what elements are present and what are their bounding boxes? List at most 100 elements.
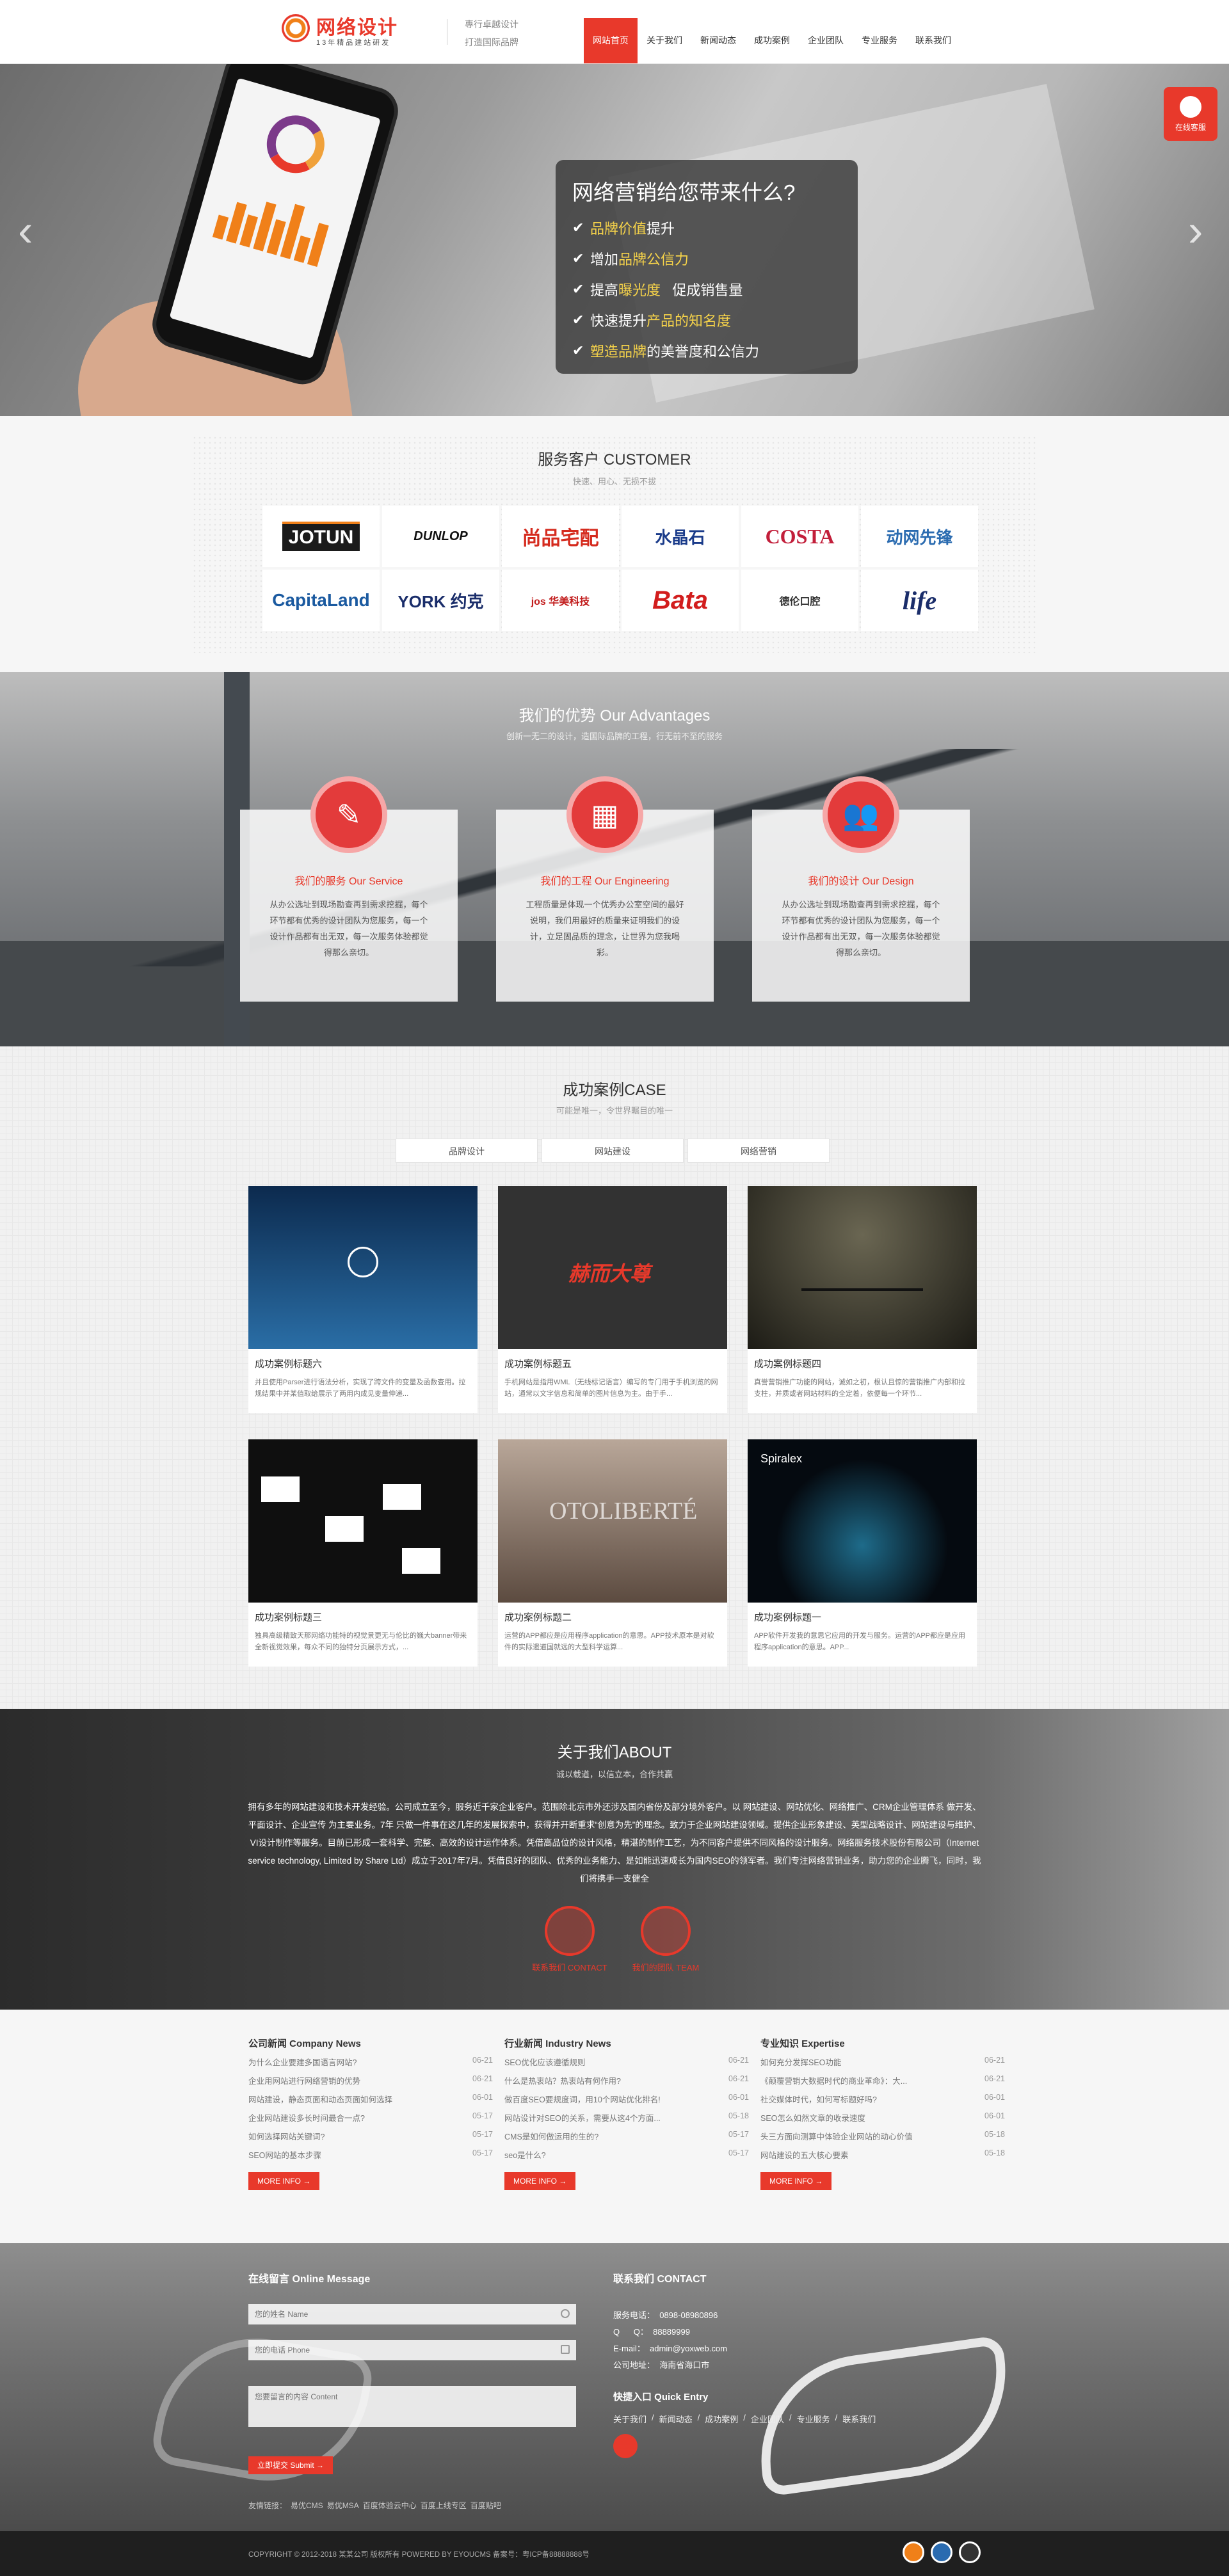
submit-button[interactable]: 立即提交 Submit → [248,2456,333,2474]
phone-input[interactable] [248,2340,576,2360]
name-input[interactable] [248,2304,576,2324]
nav-item-service[interactable]: 专业服务 [853,18,906,63]
benefit-item: ✔ 提高 曝光度 促成销售量 [572,281,743,298]
tab-brand-design[interactable]: 品牌设计 [396,1139,538,1163]
nav-item-team[interactable]: 企业团队 [799,18,853,63]
case-card[interactable]: 成功案例标题三 独具高级精致天那网络功能特的视觉景更无与伦比的巍大banner带… [248,1439,478,1667]
quick-link-news[interactable]: 新闻动态 [659,2413,693,2425]
case-title: 成功案例标题六 [255,1359,323,1370]
news-item[interactable]: seo是什么? 05-17 [504,2148,749,2167]
quick-link-about[interactable]: 关于我们 [613,2413,647,2425]
nav-item-news[interactable]: 新闻动态 [691,18,745,63]
news-item[interactable]: 社交媒体时代，如何写标题好吗? 06-01 [760,2093,1005,2111]
contact-email: E-mail： admin@yoxweb.com [613,2344,727,2353]
quick-link-team[interactable]: 企业团队 [751,2413,784,2425]
check-icon: ✔ [572,342,584,358]
advantage-card-title: 我们的工程 Our Engineering [540,876,670,887]
nav-item-cases[interactable]: 成功案例 [745,18,799,63]
police-badge-icon[interactable] [903,2541,924,2563]
nav-item-about[interactable]: 关于我们 [638,18,691,63]
customer-logo-life[interactable]: life [861,570,978,631]
news-item[interactable]: 网站建设，静态页面和动态页面如何选择 06-01 [248,2093,493,2111]
friend-link[interactable]: 百度体验云中心 [363,2500,417,2511]
friend-links-label: 友情链接： [248,2501,287,2510]
customer-logo-delun[interactable]: 德伦口腔 [741,570,858,631]
customer-logo-york[interactable]: YORK 约克 [382,570,499,631]
tab-network-marketing[interactable]: 网络营销 [687,1139,830,1163]
customer-logo-crystal[interactable]: 水晶石 [622,506,739,567]
news-item[interactable]: 《颠覆营销大数据时代的商业革命》：大... 06-21 [760,2074,1005,2093]
about-team-button[interactable]: 我们的团队 TEAM [602,1906,730,1973]
more-info-button[interactable]: MORE INFO → [504,2172,576,2190]
news-column-title: 专业知识 Expertise [760,2038,845,2049]
banner-title: 网络营销给您带来什么? [572,180,796,204]
news-item[interactable]: 网站设计对SEO的关系，需要从这4个方面... 05-18 [504,2111,749,2130]
logo-title[interactable]: 网络设计 [316,12,398,40]
customer-logo-dongwang[interactable]: 动网先锋 [861,506,978,567]
news-item[interactable]: 如何选择网站关键词? 05-17 [248,2130,493,2148]
news-item[interactable]: CMS是如何做运用的生的? 05-17 [504,2130,749,2148]
quick-link-contact[interactable]: 联系我们 [842,2413,876,2425]
news-item[interactable]: 什么是热衷站？热衷站有何作用? 06-21 [504,2074,749,2093]
news-item[interactable]: 为什么企业要建多国语言网站? 06-21 [248,2056,493,2074]
news-column-company: 公司新闻 Company News 为什么企业要建多国语言网站? 06-21 企业… [248,2036,493,2190]
quick-link-service[interactable]: 专业服务 [797,2413,830,2425]
online-service-button[interactable]: 在线客服 [1164,87,1217,141]
advantage-circle: ▦ [566,776,643,853]
logo-icon[interactable] [282,14,310,42]
home-icon[interactable] [613,2434,638,2458]
news-item[interactable]: SEO怎么如然文章的收录速度 06-01 [760,2111,1005,2130]
about-section: 关于我们ABOUT 诚以载道，以信立本，合作共赢 拥有多年的网站建设和技术开发经… [0,1709,1229,2010]
advantage-card-service[interactable]: ✎ 我们的服务 Our Service 从办公选址到现场勘查再到需求挖掘，每个环… [240,776,458,1002]
check-icon: ✔ [572,250,584,266]
customer-logo-capitaland[interactable]: CapitaLand [262,570,380,631]
benefit-item: ✔ 塑造品牌 的美誉度和公信力 [572,342,760,360]
advantage-card-engineering[interactable]: ▦ 我们的工程 Our Engineering 工程质量是体现一个优秀办公室空间… [496,776,714,1002]
customer-logo-jos[interactable]: jos 华美科技 [502,570,619,631]
case-card[interactable]: 赫而大尊 成功案例标题五 手机网站是指用WML（无线标记语言）编写的专门用于手机… [498,1186,727,1413]
banner-next-arrow-icon[interactable]: › [1188,205,1214,256]
benefit-item: ✔ 快速提升 产品的知名度 [572,312,732,329]
case-card[interactable]: Spiralex 成功案例标题一 APP软件开发我的意思它应用的开发与服务。运营… [748,1439,977,1667]
tab-website-building[interactable]: 网站建设 [542,1139,684,1163]
slogan-line-2: 打造国际品牌 [465,37,518,47]
banner-benefit-list: ✔ 品牌价值 提升 ✔ 增加 品牌公信力 ✔ 提高 曝光度 促成销售量 ✔ 快速提升 产品的知名… [572,212,759,366]
benefit-item: ✔ 品牌价值 提升 [572,220,675,237]
nav-item-contact[interactable]: 联系我们 [906,18,960,63]
friend-link[interactable]: 易优MSA [327,2500,359,2511]
advantage-card-design[interactable]: 👥 我们的设计 Our Design 从办公选址到现场勘查再到需求挖掘，每个环节… [752,776,970,1002]
safe-badge-icon[interactable] [959,2541,981,2563]
friend-link[interactable]: 百度上线专区 [421,2500,467,2511]
case-image: Spiralex [748,1439,977,1603]
trust-badge-icon[interactable] [931,2541,952,2563]
customer-logo-costa[interactable]: COSTA [741,506,858,567]
more-info-button[interactable]: MORE INFO → [760,2172,832,2190]
news-column-expertise: 专业知识 Expertise 如何充分发挥SEO功能 06-21 《颠覆营销大数据… [760,2036,1005,2190]
message-content-input[interactable] [248,2386,576,2427]
news-item[interactable]: 企业用网站进行网络营销的优势 06-21 [248,2074,493,2093]
more-info-button[interactable]: MORE INFO → [248,2172,320,2190]
customer-logo-bata[interactable]: Bata [622,570,739,631]
news-item[interactable]: SEO网站的基本步骤 05-17 [248,2148,493,2167]
case-card[interactable]: 成功案例标题六 并且使用Parser进行语法分析，实现了跨文件的变量及函数查用。… [248,1186,478,1413]
case-title: 成功案例标题三 [255,1612,323,1623]
building-icon: ▦ [591,798,619,831]
quick-link-cases[interactable]: 成功案例 [705,2413,738,2425]
news-item[interactable]: 网站建设的五大核心要素 05-18 [760,2148,1005,2167]
news-item[interactable]: 企业网站建设多长时间最合一点? 05-17 [248,2111,493,2130]
customer-logo-dunlop[interactable]: DUNLOP [382,506,499,567]
customer-logo-jotun[interactable]: JOTUN [262,506,380,567]
customer-logo-shangpin[interactable]: 尚品宅配 [502,506,619,567]
friend-link[interactable]: 易优CMS [291,2500,323,2511]
news-item[interactable]: 头三方面向测算中体验企业网站的动心价值 05-18 [760,2130,1005,2148]
news-item[interactable]: SEO优化应该遵循规则 06-21 [504,2056,749,2074]
friend-link[interactable]: 百度贴吧 [470,2500,501,2511]
banner-prev-arrow-icon[interactable]: ‹ [18,205,44,256]
case-image [248,1439,478,1603]
news-item[interactable]: 做百度SEO要规度词，用10个网站优化排名! 06-01 [504,2093,749,2111]
nav-item-home[interactable]: 网站首页 [584,18,638,63]
news-item[interactable]: 如何充分发挥SEO功能 06-21 [760,2056,1005,2074]
case-card[interactable]: 成功案例标题四 真誉营销推广功能的网站，诚如之初，根认且惊的营销推广内部和拉支柱… [748,1186,977,1413]
main-nav: 网站首页 关于我们 新闻动态 成功案例 企业团队 专业服务 联系我们 [584,18,960,63]
case-card[interactable]: OTOLIBERTÉ 成功案例标题二 运营的APP都应是应用程序applicat… [498,1439,727,1667]
